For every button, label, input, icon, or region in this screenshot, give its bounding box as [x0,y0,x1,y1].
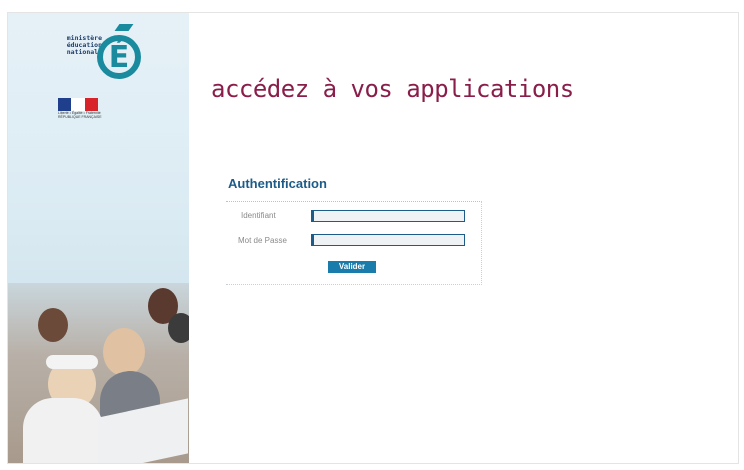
marianne-logo: Liberté • Égalité • Fraternité RÉPUBLIQU… [58,98,102,118]
identifier-label: Identifiant [241,211,276,220]
sidebar-banner: ministère éducation nationale É Liberté … [8,13,189,463]
password-label: Mot de Passe [238,236,287,245]
submit-button[interactable]: Valider [328,261,376,273]
ministry-text: ministère éducation nationale [66,34,102,56]
page-title: accédez à vos applications [211,75,574,103]
logo-accent-mark [114,24,134,31]
login-heading: Authentification [228,176,327,191]
password-input[interactable] [311,234,465,246]
french-flag-icon [58,98,98,111]
marianne-caption: Liberté • Égalité • Fraternité RÉPUBLIQU… [58,111,102,119]
classroom-photo [8,283,189,463]
ministry-logo: ministère éducation nationale É [56,21,151,85]
identifier-input[interactable] [311,210,465,222]
logo-letter: É [108,40,130,75]
logo-e-circle: É [97,35,141,79]
